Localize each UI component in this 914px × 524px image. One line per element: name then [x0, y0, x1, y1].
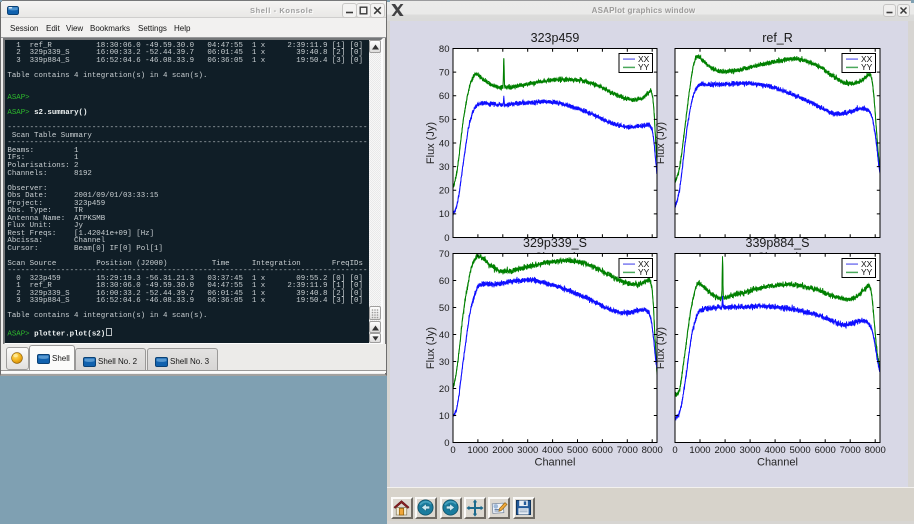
svg-text:4000: 4000 — [765, 445, 786, 456]
svg-text:50: 50 — [439, 115, 450, 126]
svg-text:323p459: 323p459 — [531, 31, 580, 45]
svg-text:7000: 7000 — [840, 445, 861, 456]
svg-text:6000: 6000 — [592, 445, 613, 456]
svg-text:ref_R: ref_R — [762, 31, 793, 45]
svg-text:Flux (Jy): Flux (Jy) — [655, 122, 667, 164]
svg-text:7000: 7000 — [617, 445, 638, 456]
svg-text:80: 80 — [439, 44, 450, 55]
svg-text:329p339_S: 329p339_S — [523, 236, 587, 250]
svg-text:339p884_S: 339p884_S — [746, 236, 810, 250]
svg-text:10: 10 — [439, 411, 450, 422]
svg-text:0: 0 — [444, 233, 449, 244]
svg-text:Channel: Channel — [535, 457, 576, 469]
svg-text:Flux (Jy): Flux (Jy) — [425, 327, 437, 369]
svg-text:20: 20 — [439, 384, 450, 395]
svg-text:50: 50 — [439, 303, 450, 314]
svg-text:30: 30 — [439, 357, 450, 368]
svg-text:70: 70 — [439, 249, 450, 260]
svg-text:YY: YY — [638, 267, 650, 277]
svg-text:3000: 3000 — [740, 445, 761, 456]
svg-text:Flux (Jy): Flux (Jy) — [655, 327, 667, 369]
svg-text:60: 60 — [439, 91, 450, 102]
svg-text:20: 20 — [439, 186, 450, 197]
svg-text:60: 60 — [439, 276, 450, 287]
svg-text:YY: YY — [861, 62, 873, 72]
svg-text:5000: 5000 — [567, 445, 588, 456]
svg-text:40: 40 — [439, 138, 450, 149]
svg-text:0: 0 — [444, 438, 449, 449]
svg-text:YY: YY — [861, 267, 873, 277]
svg-text:YY: YY — [638, 62, 650, 72]
svg-text:6000: 6000 — [815, 445, 836, 456]
svg-text:4000: 4000 — [542, 445, 563, 456]
svg-text:10: 10 — [439, 209, 450, 220]
svg-text:1000: 1000 — [689, 445, 710, 456]
svg-text:8000: 8000 — [642, 445, 663, 456]
svg-text:3000: 3000 — [517, 445, 538, 456]
svg-text:30: 30 — [439, 162, 450, 173]
svg-text:40: 40 — [439, 330, 450, 341]
svg-text:2000: 2000 — [492, 445, 513, 456]
svg-text:8000: 8000 — [865, 445, 886, 456]
svg-text:Channel: Channel — [757, 457, 798, 469]
svg-text:0: 0 — [450, 445, 455, 456]
svg-text:1000: 1000 — [467, 445, 488, 456]
svg-text:Flux (Jy): Flux (Jy) — [425, 122, 437, 164]
svg-text:0: 0 — [672, 445, 677, 456]
svg-text:2000: 2000 — [715, 445, 736, 456]
svg-text:5000: 5000 — [790, 445, 811, 456]
svg-text:70: 70 — [439, 67, 450, 78]
